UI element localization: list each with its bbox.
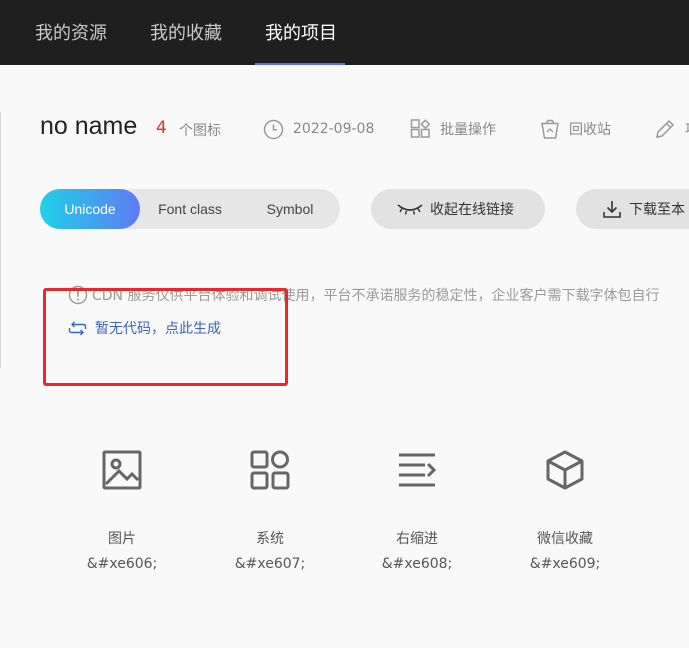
indent-right-icon bbox=[399, 453, 437, 487]
image-icon bbox=[102, 450, 142, 490]
pencil-icon bbox=[656, 119, 675, 138]
download-local-button[interactable]: 下载至本 bbox=[576, 189, 689, 229]
collapse-online-link-button[interactable]: 收起在线链接 bbox=[371, 189, 545, 229]
download-icon bbox=[603, 201, 621, 218]
batch-icon bbox=[410, 118, 431, 138]
icon-name: 微信收藏 bbox=[537, 531, 593, 547]
tab-font-class[interactable]: Font class bbox=[140, 189, 240, 229]
icon-name: 系统 bbox=[256, 531, 284, 547]
icon-code: &#xe609; bbox=[529, 556, 601, 572]
active-tab-underline bbox=[255, 63, 345, 65]
tab-my-projects[interactable]: 我的项目 bbox=[265, 0, 337, 65]
sidebar-edge-divider bbox=[0, 112, 1, 368]
recycle-bin-button[interactable]: 回收站 bbox=[540, 116, 611, 142]
icon-name: 图片 bbox=[108, 531, 136, 547]
tab-my-favorites[interactable]: 我的收藏 bbox=[150, 0, 222, 65]
tab-my-resources[interactable]: 我的资源 bbox=[35, 0, 107, 65]
closed-eye-icon bbox=[397, 204, 423, 215]
tab-symbol[interactable]: Symbol bbox=[240, 189, 340, 229]
project-date: 2022-09-08 bbox=[263, 116, 374, 142]
tab-unicode[interactable]: Unicode bbox=[40, 189, 140, 229]
cube-icon bbox=[546, 450, 584, 490]
icon-card[interactable]: 系统 &#xe607; bbox=[195, 445, 345, 585]
cdn-notice-text: CDN 服务仅供平台体验和调试使用，平台不承诺服务的稳定性，企业客户需下载字体包… bbox=[92, 288, 660, 304]
collapse-online-link-label: 收起在线链接 bbox=[430, 202, 514, 218]
top-nav: 我的资源 我的收藏 我的项目 bbox=[0, 0, 689, 65]
icon-name: 右缩进 bbox=[396, 531, 438, 547]
refresh-icon bbox=[68, 321, 87, 335]
batch-operation-button[interactable]: 批量操作 bbox=[410, 116, 496, 142]
clock-icon bbox=[263, 119, 284, 139]
icon-count-label: 个图标 bbox=[179, 123, 221, 139]
icon-card[interactable]: 微信收藏 &#xe609; bbox=[490, 445, 640, 585]
edit-project-button[interactable]: 项 bbox=[654, 116, 689, 142]
format-selector: Unicode Font class Symbol bbox=[40, 189, 340, 229]
icon-code: &#xe607; bbox=[234, 556, 306, 572]
info-icon bbox=[68, 285, 88, 305]
edit-project-label: 项 bbox=[685, 119, 689, 139]
recycle-bin-icon bbox=[541, 119, 559, 139]
grid-icon bbox=[250, 450, 290, 490]
cdn-notice: CDN 服务仅供平台体验和调试使用，平台不承诺服务的稳定性，企业客户需下载字体包… bbox=[68, 285, 689, 305]
project-title: no name bbox=[40, 112, 138, 140]
generate-code-link[interactable]: 暂无代码，点此生成 bbox=[68, 318, 221, 338]
download-local-label: 下载至本 bbox=[629, 202, 685, 218]
batch-operation-label: 批量操作 bbox=[440, 122, 496, 138]
recycle-bin-label: 回收站 bbox=[569, 122, 611, 138]
generate-code-label: 暂无代码，点此生成 bbox=[95, 321, 221, 337]
icon-card[interactable]: 右缩进 &#xe608; bbox=[342, 445, 492, 585]
icon-card[interactable]: 图片 &#xe606; bbox=[47, 445, 197, 585]
icon-code: &#xe606; bbox=[86, 556, 158, 572]
icon-code: &#xe608; bbox=[381, 556, 453, 572]
icon-count: 4 bbox=[156, 118, 167, 138]
project-date-text: 2022-09-08 bbox=[293, 121, 375, 137]
